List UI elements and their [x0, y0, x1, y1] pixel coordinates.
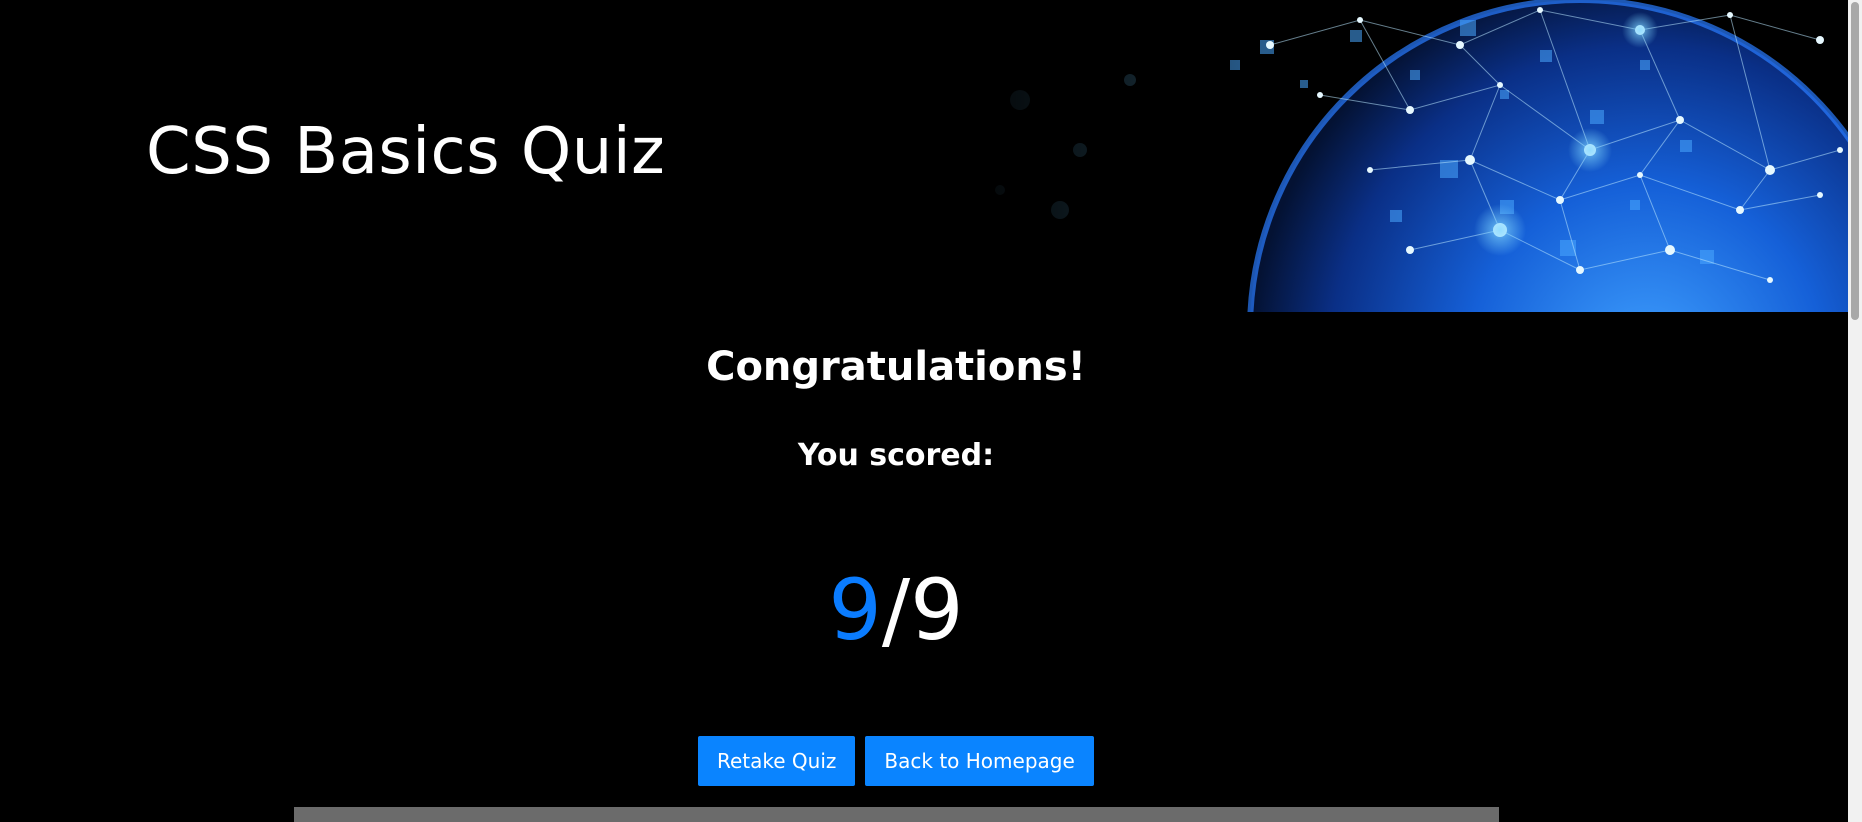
score-display: 9/9 [0, 560, 1792, 660]
score-label: You scored: [797, 438, 995, 473]
score-correct: 9 [828, 561, 882, 659]
result-actions: Retake Quiz Back to Homepage [698, 736, 1094, 786]
footer-bar [294, 807, 1499, 822]
back-to-homepage-button[interactable]: Back to Homepage [865, 736, 1094, 786]
quiz-banner: CSS Basics Quiz [0, 0, 1848, 312]
quiz-result: Congratulations! You scored: 9/9 Retake … [0, 312, 1848, 822]
page-scrollbar[interactable] [1848, 0, 1862, 822]
quiz-results-page: CSS Basics Quiz Congratulations! You sco… [0, 0, 1862, 822]
scrollbar-thumb[interactable] [1851, 2, 1859, 320]
retake-quiz-button[interactable]: Retake Quiz [698, 736, 856, 786]
congratulations-heading: Congratulations! [706, 344, 1086, 390]
score-total: 9 [910, 561, 964, 659]
quiz-title: CSS Basics Quiz [146, 115, 666, 189]
score-separator: / [881, 561, 911, 659]
network-globe-graphic [940, 0, 1848, 312]
